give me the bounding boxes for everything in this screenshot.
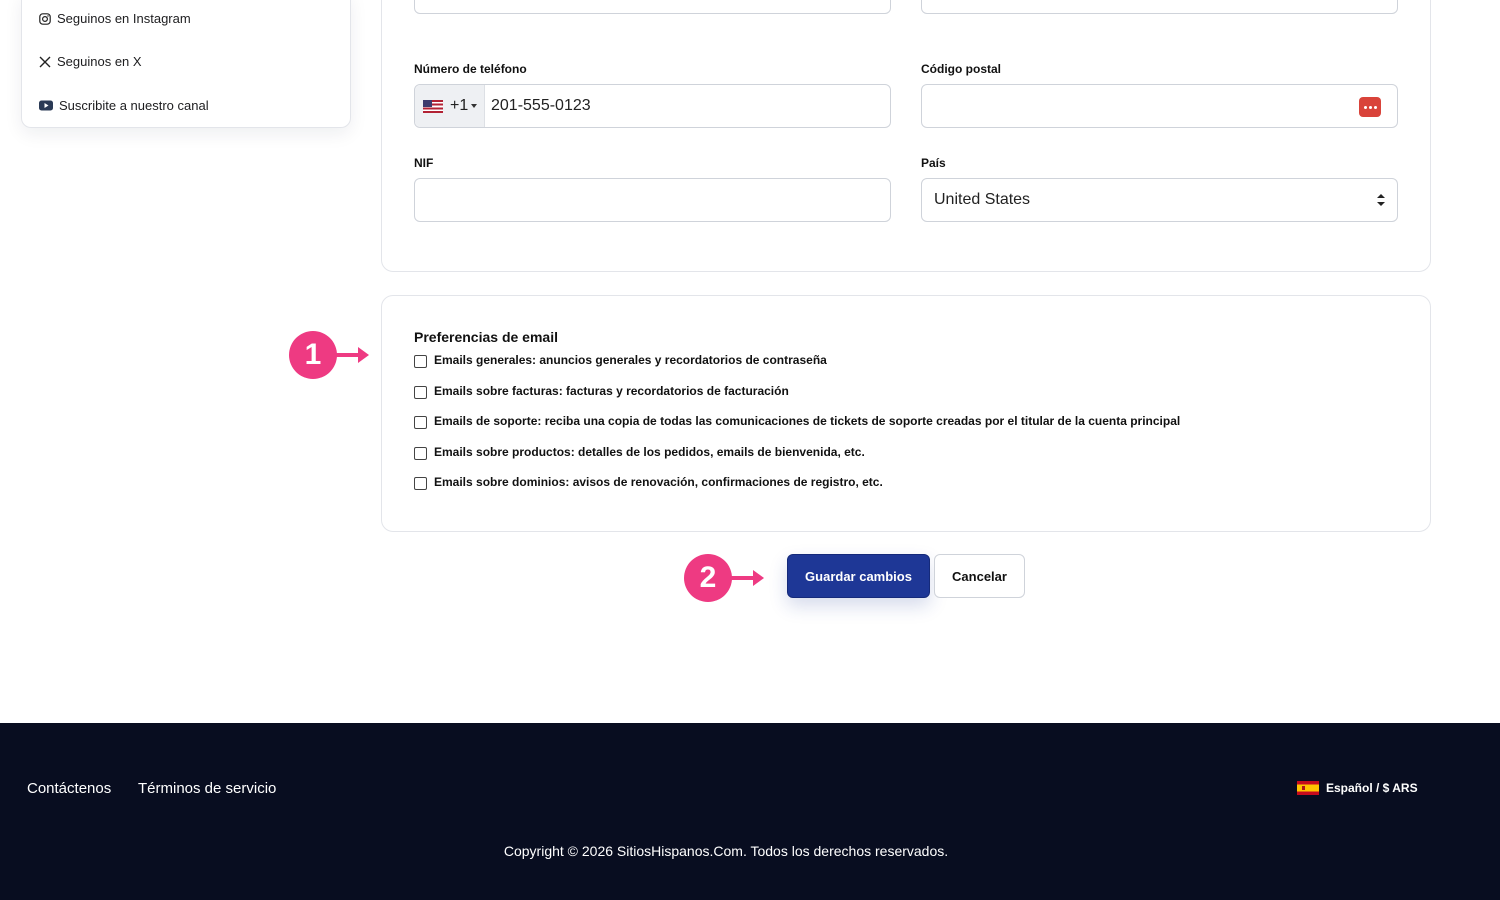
callout-2-number: 2 — [684, 554, 732, 602]
checkbox[interactable] — [414, 386, 427, 399]
postal-code-label: Código postal — [921, 62, 1001, 76]
footer-link-terms[interactable]: Términos de servicio — [138, 780, 276, 797]
password-manager-icon[interactable] — [1359, 97, 1381, 117]
nif-field[interactable] — [414, 178, 891, 222]
x-link[interactable]: Seguinos en X — [39, 54, 142, 69]
footer-link-contact[interactable]: Contáctenos — [27, 780, 111, 797]
country-value: United States — [934, 191, 1031, 208]
country-label: País — [921, 156, 946, 170]
postal-code-field[interactable] — [921, 84, 1398, 128]
pref-invoices[interactable]: Emails sobre facturas: facturas y record… — [414, 384, 789, 399]
youtube-link-label: Suscribite a nuestro canal — [59, 98, 209, 113]
phone-value: 201-555-0123 — [491, 97, 591, 114]
callout-1-number: 1 — [289, 331, 337, 379]
instagram-link-label: Seguinos en Instagram — [57, 11, 191, 26]
pref-products-label: Emails sobre productos: detalles de los … — [434, 445, 865, 459]
arrow-right-icon — [730, 570, 764, 586]
checkbox[interactable] — [414, 477, 427, 490]
pref-general[interactable]: Emails generales: anuncios generales y r… — [414, 353, 827, 368]
country-code: +1 — [450, 97, 469, 114]
footer: Contáctenos Términos de servicio Español… — [0, 723, 1500, 900]
country-select[interactable]: United States — [921, 178, 1398, 222]
top-left-input[interactable] — [414, 0, 891, 14]
email-preferences-title: Preferencias de email — [414, 329, 558, 345]
pref-products[interactable]: Emails sobre productos: detalles de los … — [414, 445, 865, 460]
caret-down-icon — [471, 104, 478, 108]
us-flag-icon — [423, 99, 443, 113]
arrow-right-icon — [335, 347, 369, 363]
pref-domains-label: Emails sobre dominios: avisos de renovac… — [434, 475, 883, 489]
social-links-card: Seguinos en Instagram Seguinos en X Susc… — [21, 0, 351, 128]
callout-1: 1 — [289, 331, 369, 379]
nif-label: NIF — [414, 156, 434, 170]
pref-domains[interactable]: Emails sobre dominios: avisos de renovac… — [414, 475, 883, 490]
instagram-icon — [39, 12, 51, 25]
phone-field[interactable]: +1 201-555-0123 — [414, 84, 891, 128]
language-currency-selector[interactable]: Español / $ ARS — [1297, 781, 1418, 795]
youtube-link[interactable]: Suscribite a nuestro canal — [39, 98, 209, 113]
spain-flag-icon — [1297, 781, 1319, 795]
x-link-label: Seguinos en X — [57, 54, 142, 69]
top-right-select[interactable]: — — [921, 0, 1398, 14]
pref-invoices-label: Emails sobre facturas: facturas y record… — [434, 384, 789, 398]
pref-support-label: Emails de soporte: reciba una copia de t… — [434, 414, 1181, 428]
checkbox[interactable] — [414, 447, 427, 460]
billing-details-card: — Número de teléfono +1 201-555-0123 Cód… — [381, 0, 1431, 272]
callout-2: 2 — [684, 554, 764, 602]
pref-general-label: Emails generales: anuncios generales y r… — [434, 353, 827, 367]
save-changes-button[interactable]: Guardar cambios — [787, 554, 930, 598]
country-code-selector[interactable]: +1 — [415, 85, 485, 127]
checkbox[interactable] — [414, 355, 427, 368]
youtube-icon — [39, 100, 53, 112]
instagram-link[interactable]: Seguinos en Instagram — [39, 11, 191, 26]
checkbox[interactable] — [414, 416, 427, 429]
copyright-text: Copyright © 2026 SitiosHispanos.Com. Tod… — [503, 843, 949, 859]
cancel-button[interactable]: Cancelar — [934, 554, 1025, 598]
pref-support[interactable]: Emails de soporte: reciba una copia de t… — [414, 414, 1180, 429]
email-preferences-card: Preferencias de email Emails generales: … — [381, 295, 1431, 532]
x-icon — [39, 56, 51, 68]
phone-label: Número de teléfono — [414, 62, 527, 76]
language-currency-label: Español / $ ARS — [1326, 781, 1418, 795]
select-arrows-icon — [1377, 194, 1385, 206]
